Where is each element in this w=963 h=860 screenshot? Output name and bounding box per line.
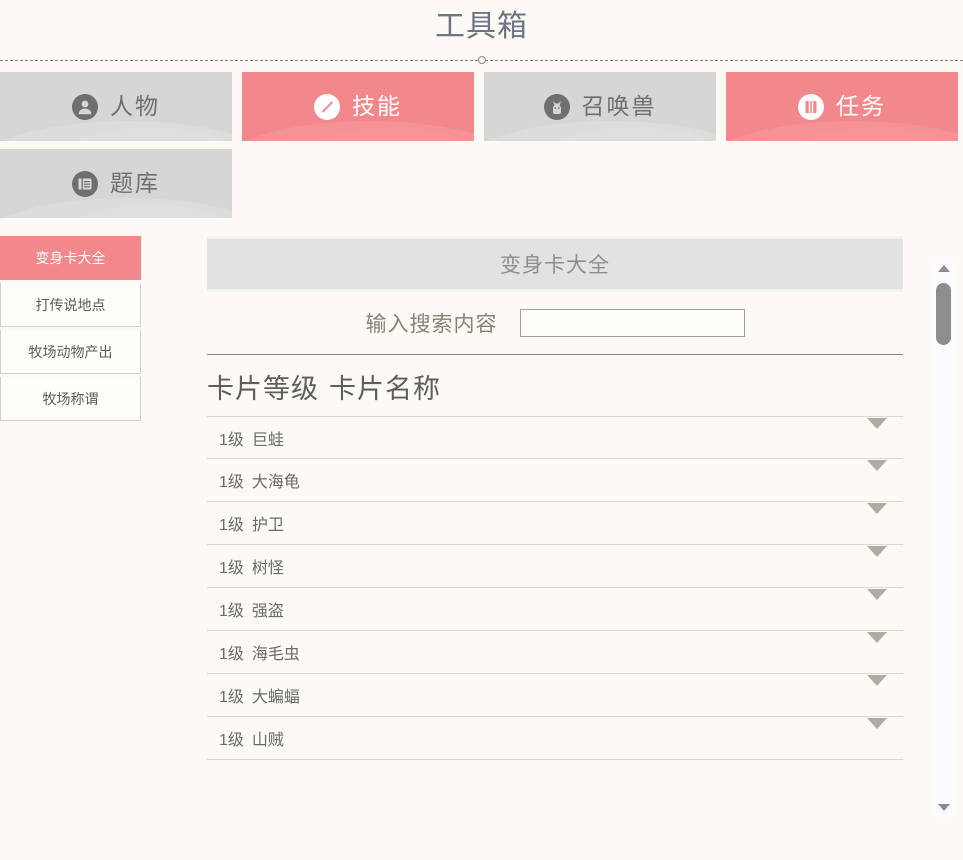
vertical-scrollbar[interactable] xyxy=(932,259,955,817)
divider-dot-icon xyxy=(477,56,486,64)
tab-quiz-label: 题库 xyxy=(110,170,160,196)
row-name: 海毛虫 xyxy=(251,646,300,663)
chevron-down-icon[interactable] xyxy=(867,718,887,747)
scroll-down-arrow-icon[interactable] xyxy=(937,804,950,811)
chevron-down-icon[interactable] xyxy=(867,589,887,618)
chevron-down-icon[interactable] xyxy=(867,417,887,447)
table-header: 卡片等级 卡片名称 xyxy=(207,354,903,416)
tab-pet[interactable]: 召唤兽 xyxy=(484,72,716,141)
person-icon xyxy=(72,93,98,120)
chevron-down-icon[interactable] xyxy=(867,460,887,489)
scrollbar-thumb[interactable] xyxy=(936,283,951,345)
tab-wave-decoration xyxy=(242,121,474,141)
table-row[interactable]: 1级 海毛虫 xyxy=(207,631,903,674)
row-level: 1级 xyxy=(219,474,244,491)
card-list: 1级 巨蛙 1级 大海龟 1级 护卫 1级 树怪 1级 强盗 1级 海毛虫 1级… xyxy=(207,416,903,760)
sidebar-item-label: 牧场称谓 xyxy=(42,390,99,407)
sidebar-item-label: 牧场动物产出 xyxy=(28,343,113,360)
search-row: 输入搜索内容 xyxy=(207,292,903,354)
tab-wave-decoration xyxy=(0,121,232,141)
chevron-down-icon[interactable] xyxy=(867,503,887,532)
tab-person-label: 人物 xyxy=(110,93,160,119)
table-row[interactable]: 1级 大蝙蝠 xyxy=(207,674,903,717)
row-name: 山贼 xyxy=(251,732,284,749)
tab-bar: 人物 技能 召唤兽 任务 题库 xyxy=(0,72,963,218)
column-header-level: 卡片等级 xyxy=(207,374,319,404)
column-header-name: 卡片名称 xyxy=(329,374,441,404)
row-level: 1级 xyxy=(219,732,244,749)
tab-skill[interactable]: 技能 xyxy=(242,72,474,141)
row-name: 巨蛙 xyxy=(251,431,284,449)
scroll-up-arrow-icon[interactable] xyxy=(937,265,950,272)
main-panel: 变身卡大全 输入搜索内容 卡片等级 卡片名称 1级 巨蛙 1级 大海龟 1级 护… xyxy=(207,236,963,760)
tab-wave-decoration xyxy=(0,198,232,218)
search-input[interactable] xyxy=(519,309,745,337)
tab-wave-decoration-2 xyxy=(46,127,232,141)
chevron-down-icon[interactable] xyxy=(867,675,887,704)
tab-wave-decoration-2 xyxy=(530,127,716,141)
sidebar-item-legend-location[interactable]: 打传说地点 xyxy=(0,283,141,327)
tab-wave-decoration-2 xyxy=(288,127,474,141)
tab-quiz[interactable]: 题库 xyxy=(0,149,232,218)
tab-skill-label: 技能 xyxy=(352,93,402,119)
chevron-down-icon[interactable] xyxy=(867,546,887,575)
search-label: 输入搜索内容 xyxy=(365,313,498,336)
sidebar-item-transform-cards[interactable]: 变身卡大全 xyxy=(0,236,141,280)
tab-quest[interactable]: 任务 xyxy=(726,72,958,141)
table-row[interactable]: 1级 山贼 xyxy=(207,717,903,760)
table-row[interactable]: 1级 护卫 xyxy=(207,502,903,545)
tab-pet-label: 召唤兽 xyxy=(581,93,657,119)
sidebar-item-label: 变身卡大全 xyxy=(35,250,106,266)
table-row[interactable]: 1级 树怪 xyxy=(207,545,903,588)
row-name: 树怪 xyxy=(251,560,284,577)
tab-wave-decoration xyxy=(726,121,958,141)
page-title: 工具箱 xyxy=(435,10,528,43)
chevron-down-icon[interactable] xyxy=(867,632,887,661)
quest-icon xyxy=(798,93,824,120)
tab-person[interactable]: 人物 xyxy=(0,72,232,141)
tab-wave-decoration-2 xyxy=(46,204,232,218)
row-level: 1级 xyxy=(219,431,244,449)
row-level: 1级 xyxy=(219,646,244,663)
sidebar-item-ranch-title[interactable]: 牧场称谓 xyxy=(0,377,141,421)
skill-icon xyxy=(314,93,340,120)
row-name: 护卫 xyxy=(251,517,284,534)
row-name: 大蝙蝠 xyxy=(251,689,300,706)
table-row[interactable]: 1级 强盗 xyxy=(207,588,903,631)
tab-wave-decoration-2 xyxy=(772,127,958,141)
row-level: 1级 xyxy=(219,603,244,620)
table-row[interactable]: 1级 大海龟 xyxy=(207,459,903,502)
section-divider xyxy=(0,48,963,72)
sidebar-item-ranch-animal-output[interactable]: 牧场动物产出 xyxy=(0,330,141,374)
sidebar: 变身卡大全 打传说地点 牧场动物产出 牧场称谓 xyxy=(0,236,141,421)
pet-icon xyxy=(543,93,570,120)
table-row[interactable]: 1级 巨蛙 xyxy=(207,416,903,459)
sidebar-item-label: 打传说地点 xyxy=(35,296,106,313)
tab-quest-label: 任务 xyxy=(836,93,886,119)
quiz-icon xyxy=(72,170,98,197)
panel-title: 变身卡大全 xyxy=(207,236,903,292)
row-level: 1级 xyxy=(219,517,244,534)
row-name: 强盗 xyxy=(251,603,284,620)
row-level: 1级 xyxy=(219,689,244,706)
row-level: 1级 xyxy=(219,560,244,577)
tab-wave-decoration xyxy=(484,121,716,141)
content-area: 变身卡大全 打传说地点 牧场动物产出 牧场称谓 变身卡大全 输入搜索内容 卡片等… xyxy=(0,236,963,760)
row-name: 大海龟 xyxy=(251,474,300,491)
